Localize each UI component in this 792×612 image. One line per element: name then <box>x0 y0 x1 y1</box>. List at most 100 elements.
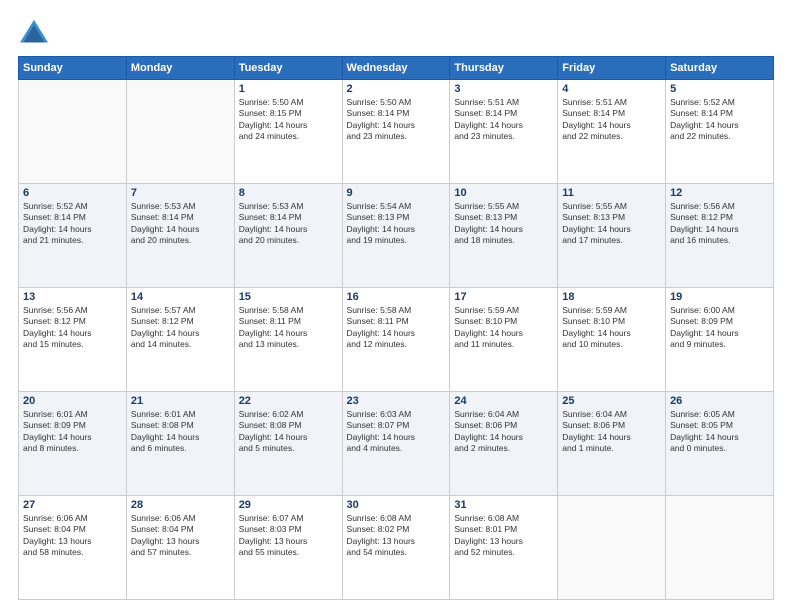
calendar-cell: 12 Sunrise: 5:56 AMSunset: 8:12 PMDayligh… <box>666 184 774 288</box>
calendar-cell: 18Sunrise: 5:59 AMSunset: 8:10 PMDayligh… <box>558 288 666 392</box>
cell-info: Sunrise: 5:53 AMSunset: 8:14 PMDaylight:… <box>239 201 338 247</box>
cell-info: Sunrise: 5:58 AMSunset: 8:11 PMDaylight:… <box>347 305 446 351</box>
day-number: 1 <box>239 83 338 95</box>
calendar-week-row: 1 Sunrise: 5:50 AMSunset: 8:15 PMDaylight… <box>19 80 774 184</box>
cell-info: Sunrise: 5:52 AMSunset: 8:14 PMDaylight:… <box>670 97 769 143</box>
weekday-header: Sunday <box>19 57 127 80</box>
calendar-cell: 19 Sunrise: 6:00 AMSunset: 8:09 PMDayligh… <box>666 288 774 392</box>
weekday-header: Saturday <box>666 57 774 80</box>
day-number: 8 <box>239 187 338 199</box>
calendar-cell <box>558 496 666 600</box>
cell-info: Sunrise: 6:00 AMSunset: 8:09 PMDaylight:… <box>670 305 769 351</box>
day-number: 2 <box>347 83 446 95</box>
weekday-header: Thursday <box>450 57 558 80</box>
day-number: 25 <box>562 395 661 407</box>
cell-info: Sunrise: 5:50 AMSunset: 8:15 PMDaylight:… <box>239 97 338 143</box>
cell-info: Sunrise: 5:59 AMSunset: 8:10 PMDaylight:… <box>562 305 661 351</box>
day-number: 12 <box>670 187 769 199</box>
day-number: 10 <box>454 187 553 199</box>
cell-info: Sunrise: 6:01 AMSunset: 8:08 PMDaylight:… <box>131 409 230 455</box>
calendar-cell: 23 Sunrise: 6:03 AMSunset: 8:07 PMDayligh… <box>342 392 450 496</box>
cell-info: Sunrise: 6:06 AMSunset: 8:04 PMDaylight:… <box>131 513 230 559</box>
day-number: 27 <box>23 499 122 511</box>
cell-info: Sunrise: 6:02 AMSunset: 8:08 PMDaylight:… <box>239 409 338 455</box>
day-number: 7 <box>131 187 230 199</box>
calendar-cell: 31 Sunrise: 6:08 AMSunset: 8:01 PMDayligh… <box>450 496 558 600</box>
calendar-week-row: 6 Sunrise: 5:52 AMSunset: 8:14 PMDaylight… <box>19 184 774 288</box>
weekday-header: Monday <box>126 57 234 80</box>
cell-info: Sunrise: 5:53 AMSunset: 8:14 PMDaylight:… <box>131 201 230 247</box>
cell-info: Sunrise: 5:52 AMSunset: 8:14 PMDaylight:… <box>23 201 122 247</box>
calendar-cell: 2Sunrise: 5:50 AMSunset: 8:14 PMDaylight… <box>342 80 450 184</box>
calendar-cell: 5 Sunrise: 5:52 AMSunset: 8:14 PMDaylight… <box>666 80 774 184</box>
cell-info: Sunrise: 5:55 AMSunset: 8:13 PMDaylight:… <box>562 201 661 247</box>
cell-info: Sunrise: 6:08 AMSunset: 8:01 PMDaylight:… <box>454 513 553 559</box>
calendar-cell: 14 Sunrise: 5:57 AMSunset: 8:12 PMDayligh… <box>126 288 234 392</box>
calendar-cell: 17Sunrise: 5:59 AMSunset: 8:10 PMDayligh… <box>450 288 558 392</box>
calendar-week-row: 13Sunrise: 5:56 AMSunset: 8:12 PMDayligh… <box>19 288 774 392</box>
day-number: 15 <box>239 291 338 303</box>
day-number: 31 <box>454 499 553 511</box>
cell-info: Sunrise: 6:03 AMSunset: 8:07 PMDaylight:… <box>347 409 446 455</box>
day-number: 4 <box>562 83 661 95</box>
header <box>18 18 774 46</box>
day-number: 30 <box>347 499 446 511</box>
calendar-cell: 24 Sunrise: 6:04 AMSunset: 8:06 PMDayligh… <box>450 392 558 496</box>
day-number: 3 <box>454 83 553 95</box>
logo <box>18 18 54 46</box>
day-number: 26 <box>670 395 769 407</box>
cell-info: Sunrise: 5:56 AMSunset: 8:12 PMDaylight:… <box>23 305 122 351</box>
day-number: 9 <box>347 187 446 199</box>
day-number: 24 <box>454 395 553 407</box>
cell-info: Sunrise: 6:06 AMSunset: 8:04 PMDaylight:… <box>23 513 122 559</box>
calendar-cell: 11 Sunrise: 5:55 AMSunset: 8:13 PMDayligh… <box>558 184 666 288</box>
day-number: 23 <box>347 395 446 407</box>
cell-info: Sunrise: 5:51 AMSunset: 8:14 PMDaylight:… <box>454 97 553 143</box>
cell-info: Sunrise: 5:56 AMSunset: 8:12 PMDaylight:… <box>670 201 769 247</box>
calendar-cell <box>126 80 234 184</box>
calendar-header-row: SundayMondayTuesdayWednesdayThursdayFrid… <box>19 57 774 80</box>
calendar-cell: 22 Sunrise: 6:02 AMSunset: 8:08 PMDayligh… <box>234 392 342 496</box>
calendar-cell: 6 Sunrise: 5:52 AMSunset: 8:14 PMDaylight… <box>19 184 127 288</box>
weekday-header: Friday <box>558 57 666 80</box>
day-number: 6 <box>23 187 122 199</box>
calendar-cell: 30 Sunrise: 6:08 AMSunset: 8:02 PMDayligh… <box>342 496 450 600</box>
day-number: 17 <box>454 291 553 303</box>
cell-info: Sunrise: 5:51 AMSunset: 8:14 PMDaylight:… <box>562 97 661 143</box>
calendar-cell <box>666 496 774 600</box>
weekday-header: Wednesday <box>342 57 450 80</box>
day-number: 16 <box>347 291 446 303</box>
day-number: 28 <box>131 499 230 511</box>
cell-info: Sunrise: 6:01 AMSunset: 8:09 PMDaylight:… <box>23 409 122 455</box>
day-number: 5 <box>670 83 769 95</box>
page: SundayMondayTuesdayWednesdayThursdayFrid… <box>0 0 792 612</box>
cell-info: Sunrise: 6:05 AMSunset: 8:05 PMDaylight:… <box>670 409 769 455</box>
calendar-cell: 3 Sunrise: 5:51 AMSunset: 8:14 PMDaylight… <box>450 80 558 184</box>
cell-info: Sunrise: 5:57 AMSunset: 8:12 PMDaylight:… <box>131 305 230 351</box>
day-number: 19 <box>670 291 769 303</box>
day-number: 21 <box>131 395 230 407</box>
calendar-cell: 1 Sunrise: 5:50 AMSunset: 8:15 PMDaylight… <box>234 80 342 184</box>
calendar-cell: 4 Sunrise: 5:51 AMSunset: 8:14 PMDaylight… <box>558 80 666 184</box>
calendar-cell: 25Sunrise: 6:04 AMSunset: 8:06 PMDayligh… <box>558 392 666 496</box>
cell-info: Sunrise: 6:04 AMSunset: 8:06 PMDaylight:… <box>454 409 553 455</box>
weekday-header: Tuesday <box>234 57 342 80</box>
calendar-cell: 13Sunrise: 5:56 AMSunset: 8:12 PMDayligh… <box>19 288 127 392</box>
day-number: 20 <box>23 395 122 407</box>
calendar-cell: 10 Sunrise: 5:55 AMSunset: 8:13 PMDayligh… <box>450 184 558 288</box>
calendar-cell: 27 Sunrise: 6:06 AMSunset: 8:04 PMDayligh… <box>19 496 127 600</box>
day-number: 11 <box>562 187 661 199</box>
day-number: 22 <box>239 395 338 407</box>
calendar-cell <box>19 80 127 184</box>
calendar-cell: 9 Sunrise: 5:54 AMSunset: 8:13 PMDaylight… <box>342 184 450 288</box>
day-number: 29 <box>239 499 338 511</box>
calendar-cell: 21 Sunrise: 6:01 AMSunset: 8:08 PMDayligh… <box>126 392 234 496</box>
cell-info: Sunrise: 5:54 AMSunset: 8:13 PMDaylight:… <box>347 201 446 247</box>
day-number: 14 <box>131 291 230 303</box>
calendar-cell: 29Sunrise: 6:07 AMSunset: 8:03 PMDayligh… <box>234 496 342 600</box>
calendar-week-row: 27 Sunrise: 6:06 AMSunset: 8:04 PMDayligh… <box>19 496 774 600</box>
calendar-table: SundayMondayTuesdayWednesdayThursdayFrid… <box>18 56 774 600</box>
calendar-cell: 20 Sunrise: 6:01 AMSunset: 8:09 PMDayligh… <box>19 392 127 496</box>
cell-info: Sunrise: 5:55 AMSunset: 8:13 PMDaylight:… <box>454 201 553 247</box>
cell-info: Sunrise: 6:08 AMSunset: 8:02 PMDaylight:… <box>347 513 446 559</box>
